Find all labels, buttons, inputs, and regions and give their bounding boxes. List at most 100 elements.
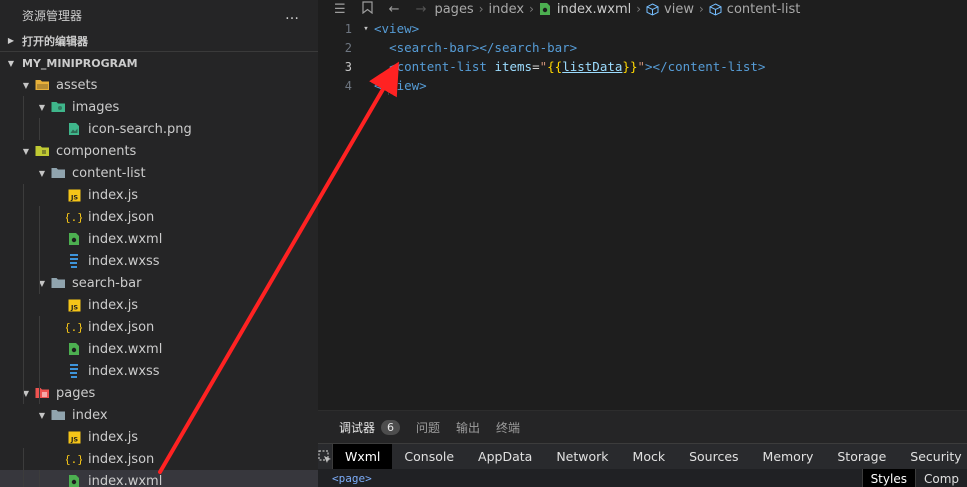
tree-file[interactable]: index.wxml <box>0 338 318 360</box>
back-arrow-icon[interactable]: ← <box>389 2 400 17</box>
tree-item-label: index.json <box>88 209 155 225</box>
folder-images-icon <box>50 99 66 115</box>
cube-icon <box>709 2 722 16</box>
svg-text:JS: JS <box>69 303 77 311</box>
code-line-2[interactable]: 2 <search-bar></search-bar> <box>318 38 967 57</box>
quote-close: " <box>637 59 646 74</box>
devtools-tab-mock[interactable]: Mock <box>621 444 678 470</box>
folder-pages-icon <box>34 385 50 401</box>
devtools-tab-memory[interactable]: Memory <box>751 444 826 470</box>
tree-file[interactable]: index.wxml <box>0 470 318 487</box>
open-editors-label: 打开的编辑器 <box>22 34 88 48</box>
breadcrumb-index[interactable]: index <box>489 2 525 17</box>
image-file-icon <box>66 121 82 137</box>
folder-components-icon <box>34 143 50 159</box>
tree-folder-pages[interactable]: ▼ pages <box>0 382 318 404</box>
tree-item-label: images <box>72 99 120 115</box>
line-number: 4 <box>344 78 352 93</box>
tree-folder-content-list[interactable]: ▼ content-list <box>0 162 318 184</box>
wxml-file-icon <box>66 473 82 487</box>
open-editors-section[interactable]: ▶ 打开的编辑器 <box>0 30 318 52</box>
tree-file[interactable]: index.wxml <box>0 228 318 250</box>
devtools-tab-console[interactable]: Console <box>392 444 466 470</box>
chevron-down-icon[interactable]: ▼ <box>34 411 50 420</box>
chevron-right-icon: › <box>478 2 484 16</box>
tree-item-label: index.wxss <box>88 363 160 379</box>
tree-item-label: index.wxml <box>88 341 163 357</box>
code-line-4[interactable]: 4 </view> <box>318 76 967 95</box>
view-close-tag: </view> <box>374 78 427 93</box>
tree-file[interactable]: index.wxss <box>0 360 318 382</box>
inspect-element-icon[interactable] <box>318 443 333 470</box>
devtools-tab-security[interactable]: Security <box>898 444 967 470</box>
tree-item-label: index.wxss <box>88 253 160 269</box>
chevron-down-icon[interactable]: ▼ <box>34 169 50 178</box>
svg-text:{.}: {.} <box>66 453 82 466</box>
styles-tab[interactable]: Styles <box>861 469 915 487</box>
more-actions-icon[interactable]: … <box>285 7 300 23</box>
tree-file[interactable]: {.} index.json <box>0 448 318 470</box>
computed-tab[interactable]: Comp <box>914 469 967 487</box>
tab-debugger[interactable]: 调试器 6 <box>339 419 401 436</box>
wxml-file-icon <box>66 231 82 247</box>
devtools-tab-wxml[interactable]: Wxml <box>333 443 393 470</box>
tree-file[interactable]: JS index.js <box>0 426 318 448</box>
tab-output[interactable]: 输出 <box>456 419 480 436</box>
breadcrumb-view[interactable]: view <box>664 2 694 17</box>
tree-file[interactable]: JS index.js <box>0 184 318 206</box>
tree-file[interactable]: index.wxss <box>0 250 318 272</box>
forward-arrow-icon[interactable]: → <box>416 2 427 17</box>
tree-folder-components[interactable]: ▼ components <box>0 140 318 162</box>
tree-item-label: index.json <box>88 451 155 467</box>
folder-icon <box>50 407 66 423</box>
tree-file[interactable]: {.} index.json <box>0 206 318 228</box>
code-area[interactable]: 1 ▾ <view> 2 <search-bar></search-bar> 3… <box>318 19 967 95</box>
breadcrumb-content-list[interactable]: content-list <box>727 2 801 17</box>
code-line-3[interactable]: 3 <content-list items="{{listData}}"></c… <box>318 57 967 76</box>
code-editor: ☰ ← → pages › index › index.wxml › view … <box>318 0 967 410</box>
chevron-down-icon[interactable]: ▼ <box>34 279 50 288</box>
chevron-down-icon[interactable]: ▼ <box>18 147 34 156</box>
folder-icon <box>50 165 66 181</box>
svg-text:{.}: {.} <box>66 211 82 224</box>
chevron-down-icon[interactable]: ▼ <box>18 389 34 398</box>
debugger-count-badge: 6 <box>381 419 401 435</box>
tree-file[interactable]: {.} index.json <box>0 316 318 338</box>
devtools-tab-appdata[interactable]: AppData <box>466 444 544 470</box>
tree-item-label: content-list <box>72 165 146 181</box>
equals-sign: = <box>532 59 540 74</box>
devtools-tab-storage[interactable]: Storage <box>825 444 898 470</box>
fold-chevron-icon[interactable]: ▾ <box>358 24 374 34</box>
tab-debugger-label: 调试器 <box>339 420 376 435</box>
bookmark-icon[interactable] <box>362 0 373 18</box>
devtools-tab-network[interactable]: Network <box>544 444 620 470</box>
tree-folder-index[interactable]: ▼ index <box>0 404 318 426</box>
chevron-down-icon[interactable]: ▼ <box>18 81 34 90</box>
tree-item-label: assets <box>56 77 98 93</box>
tree-folder-assets[interactable]: ▼ assets <box>0 74 318 96</box>
devtools-tab-sources[interactable]: Sources <box>677 444 750 470</box>
styles-tabbar: Styles Comp <box>861 469 967 487</box>
content-list-close-tag: ></content-list> <box>645 59 766 74</box>
explorer-header: 资源管理器 … <box>0 0 318 30</box>
mustache-open: {{ <box>547 59 563 74</box>
breadcrumb-file[interactable]: index.wxml <box>557 2 631 17</box>
chevron-down-icon[interactable]: ▼ <box>34 103 50 112</box>
project-section[interactable]: ▼ MY_MINIPROGRAM <box>0 52 318 74</box>
folder-icon <box>50 275 66 291</box>
tree-folder-search-bar[interactable]: ▼ search-bar <box>0 272 318 294</box>
chevron-right-icon: › <box>636 2 642 16</box>
code-line-1[interactable]: 1 ▾ <view> <box>318 19 967 38</box>
tab-terminal[interactable]: 终端 <box>496 419 520 436</box>
tree-file[interactable]: icon-search.png <box>0 118 318 140</box>
tree-folder-images[interactable]: ▼ images <box>0 96 318 118</box>
page-node[interactable]: <page> <box>318 472 372 485</box>
breadcrumb-pages[interactable]: pages <box>434 2 473 17</box>
tab-problems[interactable]: 问题 <box>416 419 440 436</box>
list-icon[interactable]: ☰ <box>334 2 346 17</box>
search-bar-close-tag: </search-bar> <box>479 40 578 55</box>
json-file-icon: {.} <box>66 451 82 467</box>
chevron-right-icon: › <box>529 2 534 16</box>
tree-file[interactable]: JS index.js <box>0 294 318 316</box>
js-file-icon: JS <box>66 297 82 313</box>
